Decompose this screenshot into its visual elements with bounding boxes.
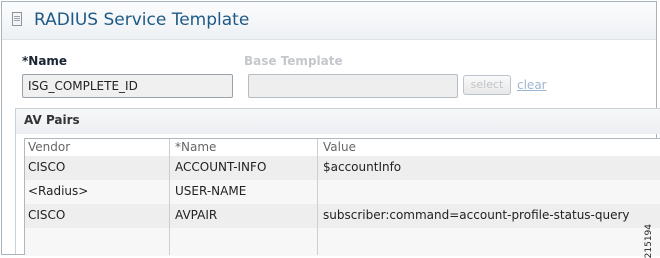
page-title: RADIUS Service Template (34, 10, 250, 30)
document-icon (12, 12, 22, 26)
av-pairs-section: AV Pairs Vendor *Name Value CISCO ACCOUN… (15, 108, 660, 256)
name-cell: USER-NAME (175, 184, 247, 198)
select-button[interactable]: select (463, 75, 511, 95)
clear-link[interactable]: clear (517, 78, 547, 92)
value-cell: $accountInfo (323, 160, 402, 174)
table-row[interactable]: CISCO ACCOUNT-INFO $accountInfo (25, 156, 660, 180)
name-cell: AVPAIR (175, 208, 218, 222)
name-field[interactable]: ISG_COMPLETE_ID (22, 74, 233, 98)
column-divider[interactable] (169, 139, 170, 255)
table-row[interactable]: CISCO AVPAIR subscriber:command=account-… (25, 204, 660, 228)
column-header-value[interactable]: Value (323, 140, 356, 154)
panel-header: RADIUS Service Template (2, 2, 656, 40)
vendor-cell: CISCO (28, 160, 66, 174)
av-pairs-title: AV Pairs (24, 113, 80, 127)
name-cell: ACCOUNT-INFO (175, 160, 267, 174)
table-header-row: Vendor *Name Value (25, 139, 660, 156)
value-cell: subscriber:command=account-profile-statu… (323, 208, 630, 222)
column-header-name[interactable]: *Name (175, 140, 216, 154)
vendor-cell: CISCO (28, 208, 66, 222)
base-template-label: Base Template (244, 54, 343, 68)
figure-number: 215194 (644, 224, 654, 258)
table-row[interactable]: <Radius> USER-NAME (25, 180, 660, 204)
column-header-vendor[interactable]: Vendor (28, 140, 70, 154)
column-divider[interactable] (317, 139, 318, 255)
av-pairs-header: AV Pairs (16, 109, 660, 134)
base-template-field[interactable] (248, 74, 458, 98)
vendor-cell: <Radius> (28, 184, 89, 198)
table-row[interactable] (25, 228, 660, 256)
name-label: *Name (22, 54, 68, 68)
av-pairs-table: Vendor *Name Value CISCO ACCOUNT-INFO $a… (24, 138, 660, 256)
